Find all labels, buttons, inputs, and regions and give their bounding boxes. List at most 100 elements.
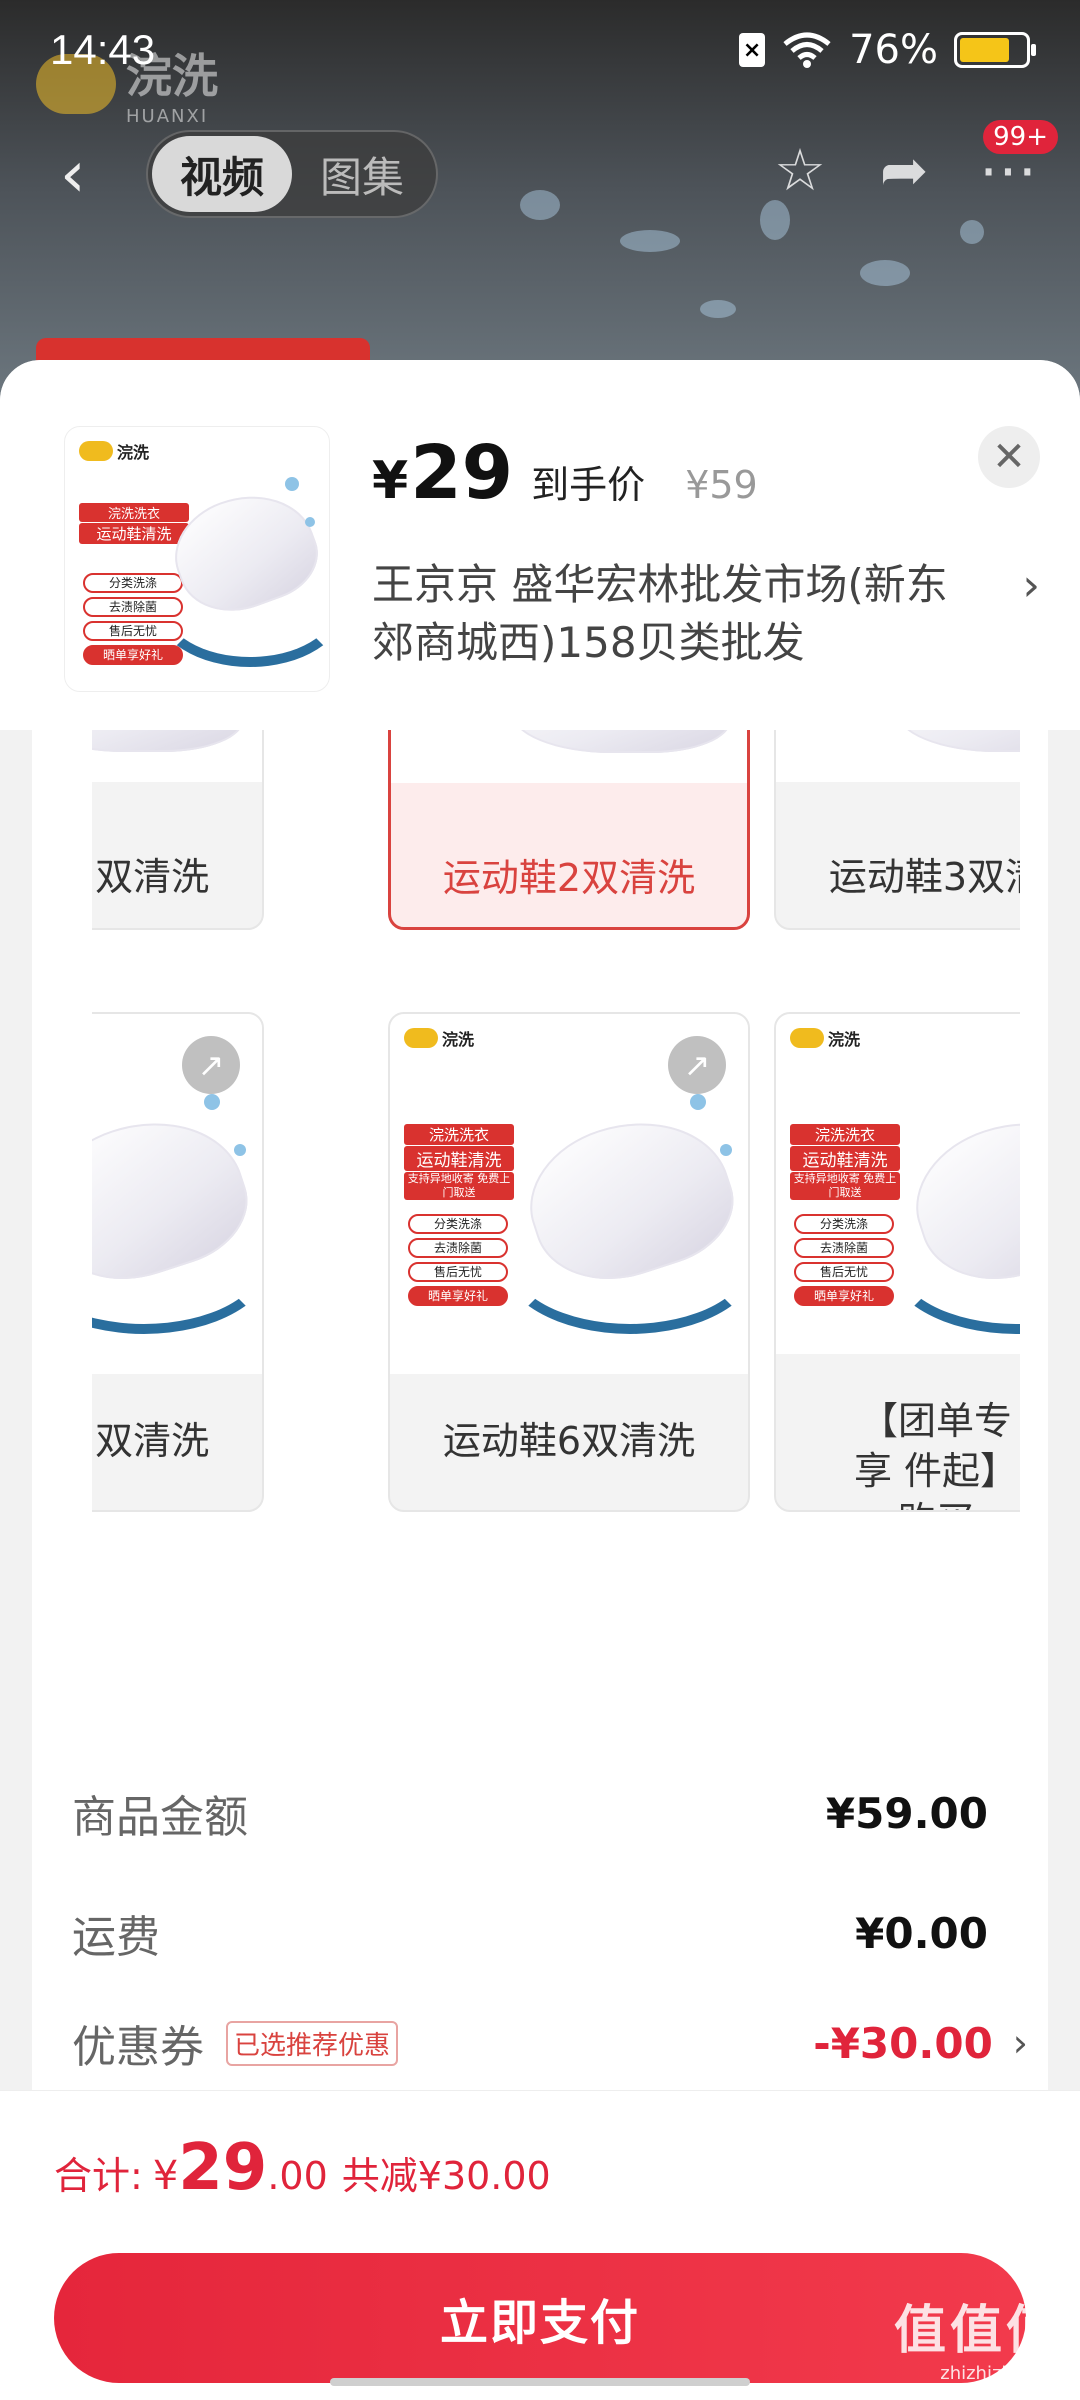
water-splash — [960, 220, 984, 244]
status-bar: 14:43 × 76% — [0, 0, 1080, 100]
back-arrow-icon[interactable]: ‹ — [60, 143, 104, 207]
option-banner-small: 支持异地收寄 免费上门取送 — [790, 1172, 900, 1200]
water-wave — [886, 1184, 1020, 1334]
water-wave — [92, 1184, 262, 1334]
option-label: 【团单专享 件起】购买 — [853, 1399, 1019, 1510]
option-pill: 去渍除菌 — [794, 1238, 894, 1258]
thumb-pill: 晒单享好礼 — [83, 645, 183, 665]
option-product-image: 浣洗浣洗洗衣运动鞋清洗支持异地收寄 免费上门取送分类洗涤去渍除菌售后无忧晒单享好… — [92, 1014, 262, 1374]
price-symbol: ¥ — [372, 451, 409, 511]
chevron-right-icon[interactable]: › — [1013, 2021, 1028, 2065]
water-drop — [305, 517, 315, 527]
option-label: 运动鞋6双清洗 — [442, 1419, 696, 1463]
raccoon-logo-icon — [404, 1028, 438, 1048]
close-icon: ✕ — [992, 434, 1026, 480]
option-logo: 浣洗 — [404, 1026, 474, 1050]
sku-option-3[interactable]: 售后无忧晒单享好礼运动鞋3双清洗 — [774, 720, 1020, 930]
share-arrow-icon[interactable]: ➦ — [872, 138, 936, 202]
total-label: 合计: — [54, 2154, 143, 2198]
sku-option-4[interactable]: 浣洗浣洗洗衣运动鞋清洗支持异地收寄 免费上门取送分类洗涤去渍除菌售后无忧晒单享好… — [92, 1012, 264, 1512]
product-thumbnail: 浣洗 浣洗洗衣 运动鞋清洗 分类洗涤 去渍除菌 售后无忧 晒单享好礼 — [64, 426, 330, 692]
option-pill: 分类洗涤 — [794, 1214, 894, 1234]
final-price: 29 — [410, 430, 514, 516]
order-summary-card: 商品金额 ¥59.00 运费 ¥0.00 优惠券 已选推荐优惠 -¥30.00 … — [32, 1718, 1048, 2138]
battery-level — [960, 38, 1009, 62]
coupon-row[interactable]: 优惠券 已选推荐优惠 -¥30.00 › — [72, 2008, 1028, 2078]
water-wave — [500, 1184, 748, 1334]
option-label: 运动鞋3双清洗 — [828, 855, 1020, 899]
tab-gallery[interactable]: 图集 — [292, 136, 432, 212]
tab-video[interactable]: 视频 — [152, 136, 292, 212]
goods-amount-row: 商品金额 ¥59.00 — [72, 1778, 1008, 1848]
no-sim-icon: × — [739, 33, 766, 67]
water-drop — [234, 1144, 246, 1156]
battery-icon — [954, 32, 1036, 68]
raccoon-logo-icon — [790, 1028, 824, 1048]
enlarge-arrow-icon[interactable]: ↗ — [182, 1036, 240, 1094]
option-label: 运动鞋1双清洗 — [92, 855, 210, 899]
option-logo-text: 浣洗 — [828, 1030, 861, 1049]
coupon-recommended-tag: 已选推荐优惠 — [226, 2020, 399, 2066]
home-indicator[interactable] — [330, 2378, 750, 2386]
water-drop — [204, 1094, 220, 1110]
option-logo: 浣洗 — [790, 1026, 860, 1050]
enlarge-arrow-icon[interactable]: ↗ — [668, 1036, 726, 1094]
battery-percent: 76% — [849, 27, 938, 73]
water-splash — [620, 230, 680, 252]
media-tab-switch: 视频 图集 — [146, 130, 438, 218]
top-nav: ‹ 视频 图集 ☆ ➦ ⋯ 99+ — [0, 120, 1080, 220]
close-button[interactable]: ✕ — [978, 426, 1040, 488]
sheet-header: 浣洗 浣洗洗衣 运动鞋清洗 分类洗涤 去渍除菌 售后无忧 晒单享好礼 ¥ 29 … — [0, 360, 1080, 730]
favorite-star-icon[interactable]: ☆ — [768, 138, 832, 202]
final-price-label: 到手价 — [531, 463, 646, 507]
option-logo-text: 浣洗 — [442, 1030, 475, 1049]
option-pill: 去渍除菌 — [408, 1238, 508, 1258]
shipping-value: ¥0.00 — [855, 1908, 988, 1958]
sku-option-2[interactable]: 售后无忧晒单享好礼运动鞋2双清洗 — [388, 720, 750, 930]
option-banner-top: 浣洗洗衣 — [790, 1124, 900, 1145]
water-splash — [860, 260, 910, 286]
option-pill: 售后无忧 — [408, 1262, 508, 1282]
shipping-row: 运费 ¥0.00 — [72, 1898, 1008, 1968]
total-amount-integer: 29 — [178, 2131, 268, 2205]
total-currency: ¥ — [152, 2153, 179, 2199]
thumb-banner-main: 运动鞋清洗 — [79, 523, 189, 544]
water-drop — [285, 477, 299, 491]
option-product-image: 浣洗浣洗洗衣运动鞋清洗支持异地收寄 免费上门取送分类洗涤去渍除菌售后无忧晒单享好… — [390, 1014, 748, 1374]
original-price: ¥59 — [685, 463, 758, 507]
site-watermark: 值值值 zhizhizhi.com — [894, 2288, 1062, 2384]
goods-amount-label: 商品金额 — [72, 1792, 248, 1843]
shop-name[interactable]: 王京京 盛华宏林批发市场(新东郊商城西)158贝类批发 — [372, 556, 972, 672]
coupon-value: -¥30.00 — [813, 2018, 993, 2068]
total-row: 合计: ¥ 29 .00 共减¥30.00 — [54, 2131, 551, 2205]
thumb-banner-top: 浣洗洗衣 — [79, 503, 189, 522]
coupon-label: 优惠券 — [72, 2022, 204, 2073]
option-label: 运动鞋5双清洗 — [92, 1419, 210, 1463]
water-wave — [155, 547, 329, 667]
total-saving: 共减¥30.00 — [341, 2154, 551, 2198]
thumb-logo-text: 浣洗 — [117, 443, 150, 462]
option-banner-top: 浣洗洗衣 — [404, 1124, 514, 1145]
wifi-icon — [783, 32, 831, 68]
water-drop — [690, 1094, 706, 1110]
sku-option-6[interactable]: 浣洗 浣洗洗衣 运动鞋清洗 支持异地收寄 免费上门取送 分类洗涤 去渍除菌 售后无忧 晒单享好… — [774, 1012, 1020, 1512]
price-row: ¥ 29 到手价 ¥59 — [372, 430, 758, 516]
watermark-logo: 值值值 — [893, 2301, 1062, 2361]
water-drop — [720, 1144, 732, 1156]
water-splash — [700, 300, 736, 318]
option-pill: 晒单享好礼 — [794, 1286, 894, 1306]
sku-options-grid: 售后无忧晒单享好礼运动鞋1双清洗售后无忧晒单享好礼运动鞋2双清洗售后无忧晒单享好… — [92, 720, 1020, 1860]
total-amount-decimal: .00 — [267, 2154, 328, 2198]
pay-now-button[interactable]: 立即支付 — [54, 2253, 1026, 2383]
option-pill: 售后无忧 — [794, 1262, 894, 1282]
option-product-image: 浣洗浣洗洗衣运动鞋清洗支持异地收寄 免费上门取送分类洗涤去渍除菌售后无忧晒单享好… — [776, 1014, 1020, 1354]
thumb-logo: 浣洗 — [79, 439, 149, 463]
checkout-bar: 合计: ¥ 29 .00 共减¥30.00 立即支付 值值值 zhizhizhi… — [0, 2090, 1080, 2400]
sku-option-1[interactable]: 售后无忧晒单享好礼运动鞋1双清洗 — [92, 720, 264, 930]
option-banner-small: 支持异地收寄 免费上门取送 — [404, 1172, 514, 1200]
option-label: 运动鞋2双清洗 — [442, 856, 696, 900]
watermark-url: zhizhizhi.com — [940, 2363, 1062, 2384]
brand-sub: HUANXI — [126, 106, 209, 127]
sku-option-5[interactable]: 浣洗 浣洗洗衣 运动鞋清洗 支持异地收寄 免费上门取送 分类洗涤 去渍除菌 售后无忧 晒单享好… — [388, 1012, 750, 1512]
chevron-right-icon[interactable]: › — [1022, 560, 1040, 611]
